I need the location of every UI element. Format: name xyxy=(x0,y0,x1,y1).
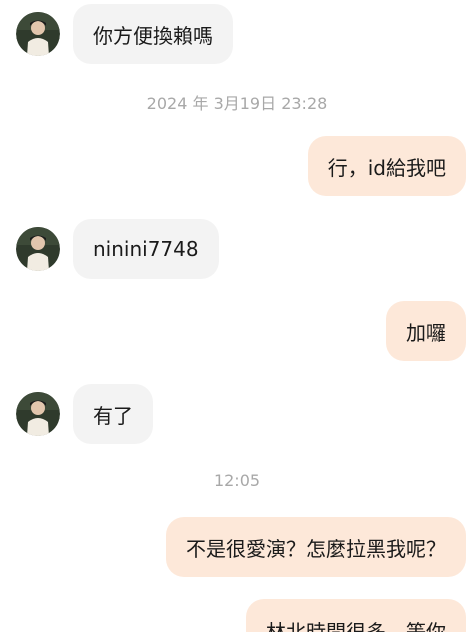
message-bubble-outgoing[interactable]: 行，id給我吧 xyxy=(307,136,466,196)
message-text: 林北時間很多，等你 xyxy=(266,620,446,632)
message-bubble-incoming[interactable]: ninini7748 xyxy=(73,219,219,279)
timestamp: 2024 年 3月19日 23:28 xyxy=(146,94,328,113)
message-bubble-outgoing[interactable]: 林北時間很多，等你 xyxy=(246,599,466,632)
message-bubble-incoming[interactable]: 有了 xyxy=(73,384,153,444)
contact-avatar[interactable] xyxy=(16,227,60,271)
chat-thread: 你方便換賴嗎 2024 年 3月19日 23:28 行，id給我吧 ninini… xyxy=(0,0,474,632)
avatar-icon xyxy=(16,392,60,436)
avatar-icon xyxy=(16,227,60,271)
message-bubble-incoming[interactable]: 你方便換賴嗎 xyxy=(73,4,233,64)
message-bubble-outgoing[interactable]: 不是很愛演？怎麼拉黑我呢？ xyxy=(166,517,466,577)
message-bubble-outgoing[interactable]: 加囉 xyxy=(386,301,466,361)
contact-avatar[interactable] xyxy=(16,12,60,56)
contact-avatar[interactable] xyxy=(16,392,60,436)
timestamp: 12:05 xyxy=(213,471,261,490)
avatar-icon xyxy=(16,12,60,56)
